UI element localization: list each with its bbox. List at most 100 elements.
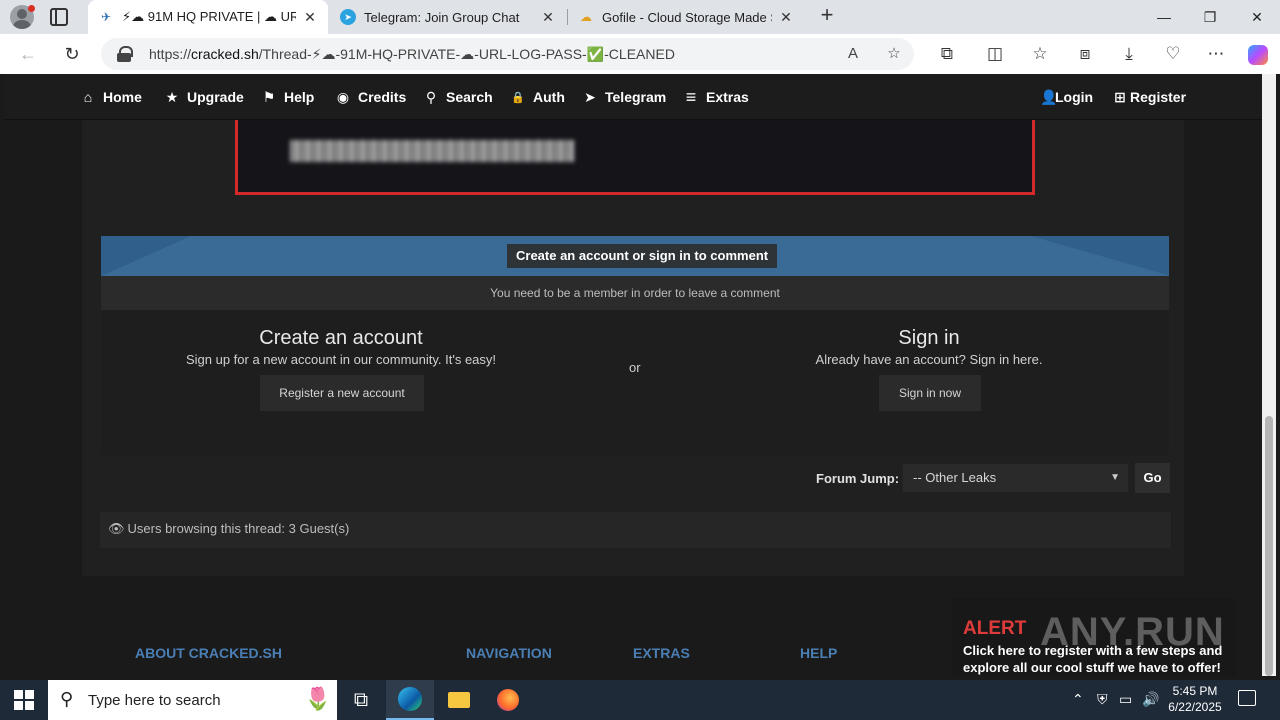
- sign-in-now-button[interactable]: Sign in now: [879, 375, 981, 411]
- windows-start-icon[interactable]: [14, 690, 34, 710]
- sign-in-title: Sign in: [898, 327, 960, 349]
- create-account-title: Create an account: [259, 327, 423, 349]
- extensions-icon[interactable]: ⧉: [935, 42, 959, 66]
- minimize-button[interactable]: —: [1141, 0, 1187, 34]
- footer-extras-heading: EXTRAS: [633, 645, 690, 661]
- new-tab-button[interactable]: +: [815, 4, 839, 28]
- browser-essentials-icon[interactable]: ♡: [1161, 42, 1185, 66]
- copilot-icon[interactable]: [1246, 42, 1270, 66]
- clock-time: 5:45 PM: [1172, 684, 1218, 698]
- tab-title: Telegram: Join Group Chat: [364, 9, 520, 25]
- downloads-icon[interactable]: ⤓: [1117, 42, 1141, 66]
- nav-register[interactable]: ⊞ Register: [1114, 74, 1186, 120]
- network-icon[interactable]: ▭: [1119, 691, 1132, 708]
- menu-icon: ≡: [685, 86, 697, 107]
- notification-center-icon[interactable]: [1238, 690, 1256, 706]
- search-icon: ⚲: [425, 88, 437, 105]
- url-domain: cracked.sh: [191, 46, 259, 62]
- register-new-account-button[interactable]: Register a new account: [260, 375, 424, 411]
- read-aloud-icon[interactable]: A: [843, 44, 863, 64]
- nav-login[interactable]: 👤 Login: [1040, 74, 1093, 120]
- user-icon: 👤: [1040, 88, 1058, 105]
- scrollbar-thumb[interactable]: [1265, 416, 1273, 676]
- address-bar[interactable]: https://cracked.sh/Thread-⚡☁-91M-HQ-PRIV…: [101, 38, 914, 70]
- taskbar-search-placeholder: Type here to search: [88, 692, 221, 709]
- blurred-content: [290, 140, 574, 162]
- refresh-icon[interactable]: ↻: [60, 42, 84, 66]
- lock-icon: 🔒: [511, 91, 525, 104]
- nav-credits[interactable]: ◉ Credits: [335, 74, 406, 120]
- home-icon: ⌂: [83, 89, 93, 105]
- eye-icon: 👁: [108, 521, 125, 536]
- task-view-icon[interactable]: ⧉: [337, 680, 385, 720]
- sign-in-desc: Already have an account? Sign in here.: [815, 352, 1043, 367]
- file-explorer-icon[interactable]: [435, 680, 483, 720]
- gofile-icon: ☁: [580, 10, 592, 24]
- users-browsing-bar: 👁 Users browsing this thread: 3 Guest(s): [100, 512, 1171, 548]
- nav-help[interactable]: ⚑ Help: [261, 74, 315, 120]
- nav-label: Login: [1055, 89, 1094, 105]
- footer-help-heading: HELP: [800, 645, 838, 661]
- show-hidden-icons-chevron[interactable]: ⌃: [1072, 691, 1084, 708]
- nav-extras[interactable]: ≡ Extras: [683, 74, 749, 120]
- close-tab-icon[interactable]: ✕: [540, 9, 556, 26]
- split-screen-icon[interactable]: ◫: [983, 42, 1007, 66]
- forum-jump-selected: -- Other Leaks: [913, 470, 997, 485]
- security-icon[interactable]: ⛨: [1097, 691, 1108, 708]
- comment-signin-box: Create an account or sign in to comment …: [101, 236, 1169, 455]
- url-path: /Thread-⚡☁-91M-HQ-PRIVATE-☁-URL-LOG-PASS…: [258, 46, 675, 62]
- favorites-icon[interactable]: ☆: [1028, 42, 1052, 66]
- nav-label: Auth: [533, 89, 565, 105]
- nav-label: Extras: [706, 89, 749, 105]
- plus-square-icon: ⊞: [1114, 88, 1126, 105]
- nav-label: Credits: [358, 89, 407, 105]
- nav-home[interactable]: ⌂ Home: [80, 74, 142, 120]
- volume-icon[interactable]: 🔊: [1142, 691, 1159, 708]
- settings-more-icon[interactable]: ⋯: [1204, 42, 1228, 66]
- taskbar-clock[interactable]: 5:45 PM 6/22/2025: [1160, 683, 1230, 715]
- browser-tabbar: ✈ ⚡☁ 91M HQ PRIVATE | ☁ URL:LOG:PASS ✅ C…: [0, 0, 1280, 34]
- forum-jump-select[interactable]: -- Other Leaks ▼: [902, 463, 1129, 493]
- tab-cracked-thread[interactable]: ✈ ⚡☁ 91M HQ PRIVATE | ☁ URL:LOG:PASS ✅ C…: [88, 0, 328, 34]
- forum-jump-go-button[interactable]: Go: [1135, 463, 1170, 493]
- create-account-or-signin-button[interactable]: Create an account or sign in to comment: [507, 244, 778, 268]
- tab-telegram[interactable]: ➤ Telegram: Join Group Chat ✕: [330, 0, 566, 34]
- nav-label: Help: [284, 89, 315, 105]
- close-window-button[interactable]: ✕: [1234, 0, 1280, 34]
- nav-telegram[interactable]: ➤ Telegram: [582, 74, 666, 120]
- clock-date: 6/22/2025: [1168, 700, 1222, 714]
- site-info-lock-icon[interactable]: [117, 46, 133, 62]
- star-icon: ★: [165, 88, 179, 105]
- collections-icon[interactable]: ⧈: [1073, 42, 1097, 66]
- cracked-favicon-icon: ✈: [100, 10, 112, 24]
- tab-title: ⚡☁ 91M HQ PRIVATE | ☁ URL:LOG:PASS ✅ CLE…: [122, 9, 296, 24]
- or-separator: or: [629, 360, 641, 375]
- nav-auth[interactable]: 🔒 Auth: [510, 74, 565, 120]
- url-prefix: https://: [149, 46, 192, 62]
- telegram-icon: ➤: [584, 88, 596, 105]
- nav-label: Telegram: [605, 89, 667, 105]
- flowers-decoration-icon: 🌷: [304, 686, 332, 711]
- tab-gofile[interactable]: ☁ Gofile - Cloud Storage Made Simple ✕: [568, 0, 804, 34]
- url-text[interactable]: https://cracked.sh/Thread-⚡☁-91M-HQ-PRIV…: [149, 46, 675, 63]
- firefox-icon[interactable]: [484, 680, 532, 720]
- nav-upgrade[interactable]: ★ Upgrade: [164, 74, 244, 120]
- users-browsing-text: Users browsing this thread: 3 Guest(s): [127, 521, 350, 536]
- edge-browser-icon[interactable]: [386, 680, 434, 720]
- back-arrow-icon[interactable]: ←: [16, 42, 40, 66]
- nav-label: Home: [103, 89, 142, 105]
- nav-label: Upgrade: [187, 89, 244, 105]
- thread-banner-image: [235, 120, 1035, 195]
- favorite-star-icon[interactable]: ☆: [884, 44, 904, 64]
- anyrun-watermark: ANY.RUN: [1040, 610, 1225, 654]
- alert-title: ALERT: [963, 618, 1027, 639]
- page-scrollbar[interactable]: [1262, 74, 1276, 676]
- close-tab-icon[interactable]: ✕: [302, 9, 318, 26]
- taskbar-search-box[interactable]: ⚲ Type here to search 🌷: [48, 680, 337, 720]
- restore-button[interactable]: ❐: [1187, 0, 1233, 34]
- nav-search[interactable]: ⚲ Search: [423, 74, 493, 120]
- web-page: ⌂ Home ★ Upgrade ⚑ Help ◉ Credits ⚲ Search 🔒 A…: [4, 74, 1276, 676]
- profile-notification-dot: [28, 5, 35, 12]
- tab-actions-icon[interactable]: [50, 8, 68, 26]
- close-tab-icon[interactable]: ✕: [778, 9, 794, 26]
